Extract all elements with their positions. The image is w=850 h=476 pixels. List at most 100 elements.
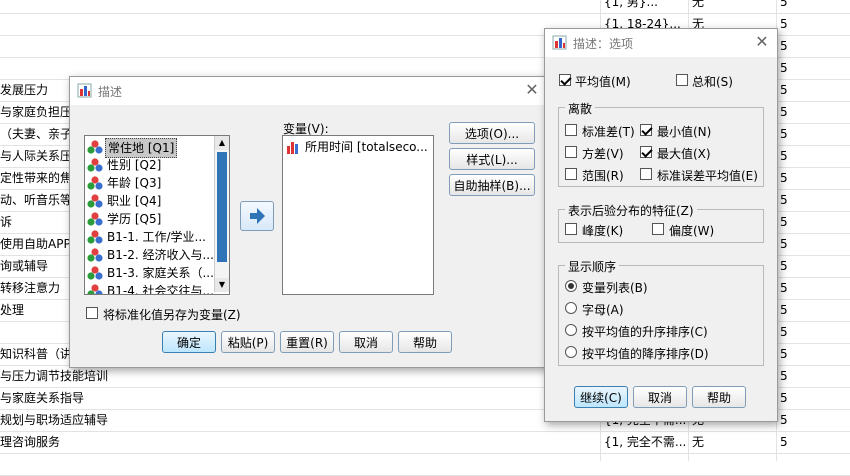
variable-label: 职业 [Q4] [107,194,162,208]
target-variable-list[interactable]: 所用时间 [totalseco... [282,135,434,295]
variable-label: 所用时间 [totalseco... [305,140,428,154]
help-button[interactable]: 帮助 [692,386,746,408]
help-button[interactable]: 帮助 [398,331,452,353]
range-label: 范围(R) [582,169,624,183]
se-mean-label: 标准误差平均值(E) [657,169,758,183]
display-order-radio[interactable] [565,324,577,336]
nominal-variable-icon [87,140,103,154]
minimum-checkbox[interactable] [640,124,652,136]
display-order-radio[interactable] [565,302,577,314]
reset-button[interactable]: 重置(R) [280,331,334,353]
nominal-variable-icon [87,248,103,262]
spss-app-icon [552,35,567,50]
variance-label: 方差(V) [582,147,624,161]
describe-titlebar: 描述 ✕ [70,77,547,105]
scrollbar-thumb[interactable] [217,152,227,262]
table-cell [0,454,598,475]
scroll-up-arrow-icon[interactable]: ▲ [215,136,229,150]
close-icon[interactable]: ✕ [753,33,771,51]
table-cell: 5 [780,105,788,119]
right-arrow-icon [250,208,265,224]
display-order-radio[interactable] [565,346,577,358]
options-dialog: 描述：选项 ✕ 平均值(M) 总和(S) 离散 标准差(T) 最小值(N) 方差… [544,28,778,422]
cancel-button[interactable]: 取消 [633,386,687,408]
display-order-label: 变量列表(B) [582,281,648,295]
variable-label: 性别 [Q2] [107,158,162,172]
table-cell [692,454,776,475]
display-order-label: 按平均值的降序排序(D) [582,347,709,361]
table-row [0,454,850,476]
skewness-checkbox[interactable] [652,223,664,235]
sum-label: 总和(S) [692,75,733,89]
source-variable-list[interactable]: 常住地 [Q1] 性别 [Q2] 年龄 [Q3] 职业 [Q4] 学历 [Q5] B1-1… [84,135,230,295]
variable-label: 年龄 [Q3] [107,176,162,190]
ok-button[interactable]: 确定 [162,331,216,353]
table-row: {1, 男}... 无 5 [0,0,850,14]
table-cell: 5 [780,193,788,207]
bootstrap-button[interactable]: 自助抽样(B)... [449,174,535,196]
variable-label: B1-1. 工作/学业... [107,230,206,244]
scroll-down-arrow-icon[interactable]: ▼ [215,278,229,292]
table-cell: 5 [780,303,788,317]
table-cell: 5 [780,0,788,9]
nominal-variable-icon [87,266,103,280]
variable-label: B1-4. 社会交往与... [107,284,214,295]
close-icon[interactable]: ✕ [523,81,541,99]
table-cell: 5 [780,83,788,97]
table-cell: 5 [780,127,788,141]
nominal-variable-icon [87,176,103,190]
list-scrollbar[interactable]: ▲ ▼ [214,136,229,292]
table-cell [0,14,598,35]
table-cell: 5 [780,171,788,185]
display-order-label: 按平均值的升序排序(C) [582,325,708,339]
spss-app-icon [77,83,92,98]
table-cell: 5 [780,215,788,229]
maximum-checkbox[interactable] [640,146,652,158]
table-cell: 5 [780,237,788,251]
continue-button[interactable]: 继续(C) [574,386,628,408]
std-dev-checkbox[interactable] [565,124,577,136]
variable-label: 学历 [Q5] [107,212,162,226]
options-button[interactable]: 选项(O)... [449,122,535,144]
table-cell: 理咨询服务 [0,435,61,449]
table-cell [780,454,850,475]
kurtosis-checkbox[interactable] [565,223,577,235]
move-variable-button[interactable] [240,201,274,231]
scale-variable-icon [287,142,298,154]
variance-checkbox[interactable] [565,146,577,158]
maximum-label: 最大值(X) [657,147,711,161]
sum-checkbox[interactable] [676,74,688,86]
se-mean-checkbox[interactable] [640,168,652,180]
table-cell: 5 [780,391,788,405]
range-checkbox[interactable] [565,168,577,180]
table-cell: 无 [692,0,705,9]
table-cell: 5 [780,281,788,295]
table-cell [0,36,598,57]
variable-label: 常住地 [Q1] [105,138,178,158]
display-order-radio[interactable] [565,280,577,292]
display-order-title: 显示顺序 [565,258,620,275]
describe-dialog: 描述 ✕ 常住地 [Q1] 性别 [Q2] 年龄 [Q3] 职业 [Q4] 学历 [Q5… [69,76,548,368]
options-title: 描述：选项 [573,37,634,51]
variable-label: B1-2. 经济收入与... [107,248,214,262]
table-cell: {1, 男}... [604,0,658,9]
table-cell: 与家庭关系指导 [0,391,85,405]
table-cell: 5 [780,347,788,361]
variable-label: B1-3. 家庭关系（... [107,266,214,280]
table-cell: 5 [780,259,788,273]
table-cell: 规划与职场适应辅导 [0,413,109,427]
cancel-button[interactable]: 取消 [339,331,393,353]
std-dev-label: 标准差(T) [582,125,635,139]
nominal-variable-icon [87,194,103,208]
distribution-title: 表示后验分布的特征(Z) [565,202,697,219]
mean-checkbox[interactable] [559,74,571,86]
save-standardized-checkbox[interactable] [86,307,98,319]
save-standardized-label: 将标准化值另存为变量(Z) [103,308,241,322]
style-button[interactable]: 样式(L)... [449,148,535,170]
paste-button[interactable]: 粘贴(P) [221,331,275,353]
display-order-label: 字母(A) [582,303,624,317]
table-cell: 5 [780,39,788,53]
table-cell: 无 [692,435,705,449]
describe-title: 描述 [98,85,123,99]
table-cell: 5 [780,61,788,75]
